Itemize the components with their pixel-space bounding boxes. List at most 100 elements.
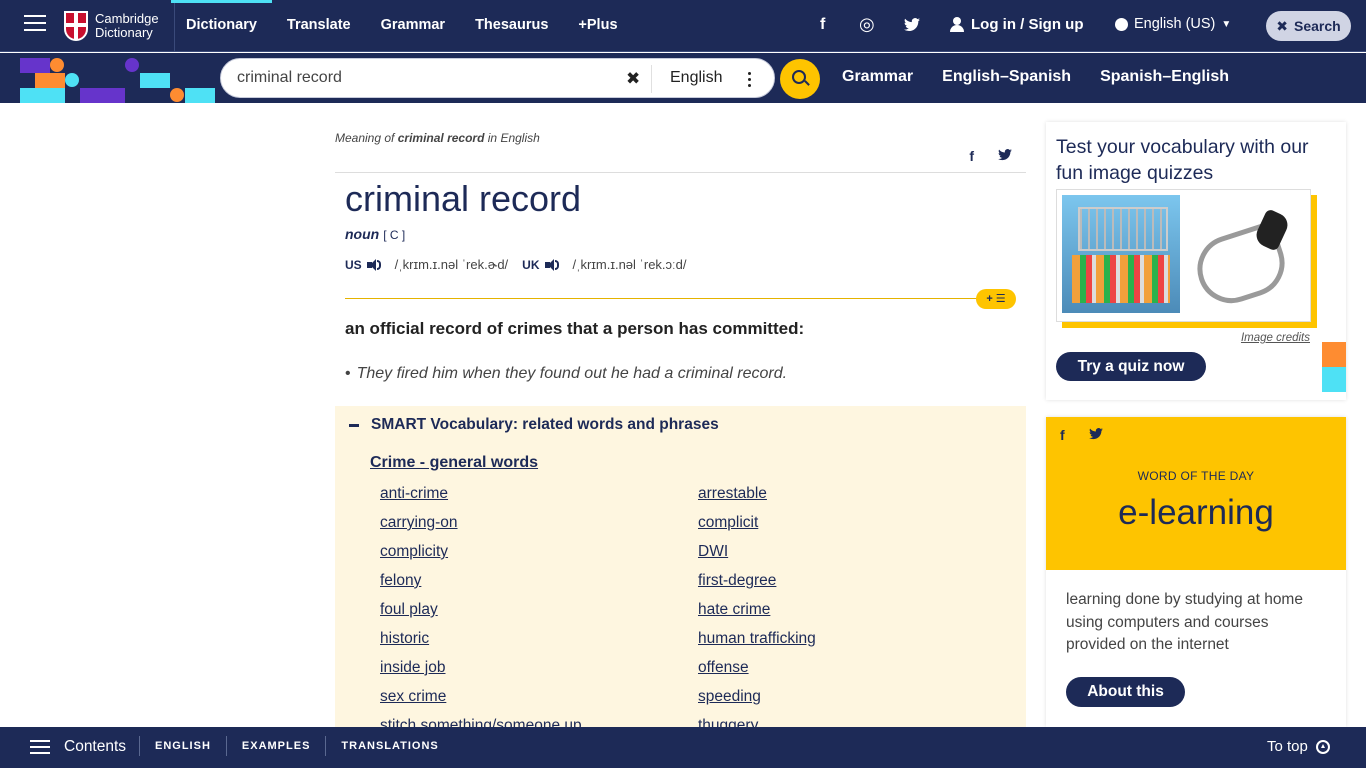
search-divider [651, 65, 652, 93]
to-top-button[interactable]: To top [1267, 738, 1330, 755]
twitter-icon[interactable] [998, 148, 1012, 164]
nav-grammar[interactable]: Grammar [366, 0, 460, 52]
related-word-link[interactable]: complicity [380, 543, 582, 572]
bottom-bar: Contents ENGLISH EXAMPLES TRANSLATIONS T… [0, 727, 1366, 768]
word-of-the-day: f WORD OF THE DAY e-learning learning do… [1046, 417, 1346, 727]
cambridge-logo[interactable]: Cambridge Dictionary [64, 10, 159, 42]
search-box: criminal record ✖ English [220, 58, 775, 98]
arrow-up-icon [1315, 739, 1330, 754]
globe-icon [1115, 17, 1128, 31]
search-button[interactable]: ✖ Search [1266, 11, 1351, 41]
smart-vocab-toggle[interactable]: SMART Vocabulary: related words and phra… [349, 416, 719, 434]
related-word-link[interactable]: carrying-on [380, 514, 582, 543]
part-of-speech: noun[ C ] [345, 226, 406, 242]
quick-link-english-spanish[interactable]: English–Spanish [942, 68, 1071, 86]
uk-speaker-icon[interactable] [544, 258, 559, 271]
related-word-link[interactable]: historic [380, 630, 582, 659]
twitter-icon[interactable] [1088, 427, 1103, 443]
quiz-promo: Test your vocabulary with our fun image … [1046, 122, 1346, 400]
dictionary-select[interactable]: English [670, 69, 722, 87]
wotd-header: f WORD OF THE DAY e-learning [1046, 417, 1346, 570]
nav-thesaurus[interactable]: Thesaurus [460, 0, 563, 52]
about-this-button[interactable]: About this [1066, 677, 1185, 707]
tab-examples[interactable]: EXAMPLES [225, 736, 326, 756]
contents-menu-icon[interactable] [30, 740, 50, 754]
twitter-icon[interactable] [904, 18, 920, 35]
smart-vocabulary: SMART Vocabulary: related words and phra… [335, 406, 1026, 746]
image-credits-link[interactable]: Image credits [1241, 332, 1310, 344]
related-word-link[interactable]: human trafficking [698, 630, 816, 659]
instagram-icon[interactable]: ◎ [859, 14, 875, 35]
example-sentence: • They fired him when they found out he h… [345, 365, 788, 382]
related-word-link[interactable]: complicit [698, 514, 816, 543]
quick-link-spanish-english[interactable]: Spanish–English [1100, 68, 1229, 86]
more-options-icon[interactable] [744, 69, 754, 89]
us-label: US [345, 257, 362, 272]
facebook-icon[interactable]: f [969, 148, 974, 164]
related-word-link[interactable]: arrestable [698, 485, 816, 514]
quick-links: Grammar English–Spanish Spanish–English [842, 68, 1229, 86]
pronunciation: US /ˌkrɪm.ɪ.nəl ˈrek.ɚd/ UK /ˌkrɪm.ɪ.nəl… [345, 257, 701, 272]
divider [335, 172, 1026, 173]
top-navigation: Cambridge Dictionary Dictionary Translat… [0, 0, 1366, 52]
nav-dictionary[interactable]: Dictionary [171, 0, 272, 52]
clear-icon[interactable]: ✖ [626, 69, 640, 89]
dishwasher-image [1062, 195, 1180, 313]
nav-plus[interactable]: +Plus [563, 0, 632, 52]
quiz-image[interactable] [1056, 189, 1311, 322]
contents-tabs: ENGLISH EXAMPLES TRANSLATIONS [139, 736, 454, 756]
related-word-link[interactable]: anti-crime [380, 485, 582, 514]
related-word-link[interactable]: offense [698, 659, 816, 688]
collapse-icon [349, 423, 359, 427]
related-word-link[interactable]: felony [380, 572, 582, 601]
nav-translate[interactable]: Translate [272, 0, 366, 52]
entry-share: f [969, 148, 1012, 164]
related-words-left: anti-crime carrying-on complicity felony… [380, 485, 582, 746]
search-submit-button[interactable] [780, 59, 820, 99]
meaning-caption: Meaning of criminal record in English [335, 131, 540, 145]
related-word-link[interactable]: speeding [698, 688, 816, 717]
facebook-icon[interactable]: f [820, 16, 825, 34]
facebook-icon[interactable]: f [1060, 427, 1065, 443]
us-speaker-icon[interactable] [366, 258, 381, 271]
wotd-word[interactable]: e-learning [1046, 493, 1346, 533]
related-word-link[interactable]: sex crime [380, 688, 582, 717]
related-word-link[interactable]: DWI [698, 543, 816, 572]
uk-label: UK [522, 257, 540, 272]
add-to-list-button[interactable]: + ☰ [976, 289, 1016, 309]
topic-link[interactable]: Crime - general words [370, 454, 538, 472]
wotd-definition: learning done by studying at home using … [1066, 591, 1303, 653]
search-input[interactable]: criminal record [237, 69, 342, 87]
grammar-code: [ C ] [383, 228, 406, 242]
quick-link-grammar[interactable]: Grammar [842, 68, 913, 86]
related-words-right: arrestable complicit DWI first-degree ha… [698, 485, 816, 746]
decorative-shapes [20, 58, 215, 103]
us-ipa: /ˌkrɪm.ɪ.nəl ˈrek.ɚd/ [394, 257, 509, 272]
shield-icon [64, 11, 88, 41]
related-word-link[interactable]: foul play [380, 601, 582, 630]
wotd-share: f [1060, 427, 1103, 443]
tab-english[interactable]: ENGLISH [139, 736, 226, 756]
related-word-link[interactable]: first-degree [698, 572, 816, 601]
decorative-stripes [1322, 342, 1346, 392]
sense-divider [345, 298, 985, 299]
menu-icon[interactable] [24, 15, 46, 33]
logo-text: Cambridge Dictionary [95, 11, 159, 40]
chevron-down-icon: ▼ [1221, 18, 1232, 30]
headword: criminal record [345, 178, 582, 219]
entry-main: Meaning of criminal record in English f … [335, 120, 1026, 746]
definition: an official record of crimes that a pers… [345, 319, 805, 338]
contents-button[interactable]: Contents [64, 738, 126, 756]
related-word-link[interactable]: inside job [380, 659, 582, 688]
wotd-label: WORD OF THE DAY [1137, 469, 1255, 483]
login-link[interactable]: Log in / Sign up [950, 16, 1083, 33]
peeler-image [1189, 210, 1299, 300]
language-selector[interactable]: English (US) ▼ [1115, 16, 1231, 32]
related-word-link[interactable]: hate crime [698, 601, 816, 630]
search-bar-row: criminal record ✖ English Grammar Englis… [0, 53, 1366, 103]
try-quiz-button[interactable]: Try a quiz now [1056, 352, 1206, 381]
uk-ipa: /ˌkrɪm.ɪ.nəl ˈrek.ɔːd/ [572, 257, 687, 272]
user-icon [950, 17, 964, 32]
tab-translations[interactable]: TRANSLATIONS [325, 736, 453, 756]
quiz-title: Test your vocabulary with our fun image … [1056, 136, 1309, 184]
